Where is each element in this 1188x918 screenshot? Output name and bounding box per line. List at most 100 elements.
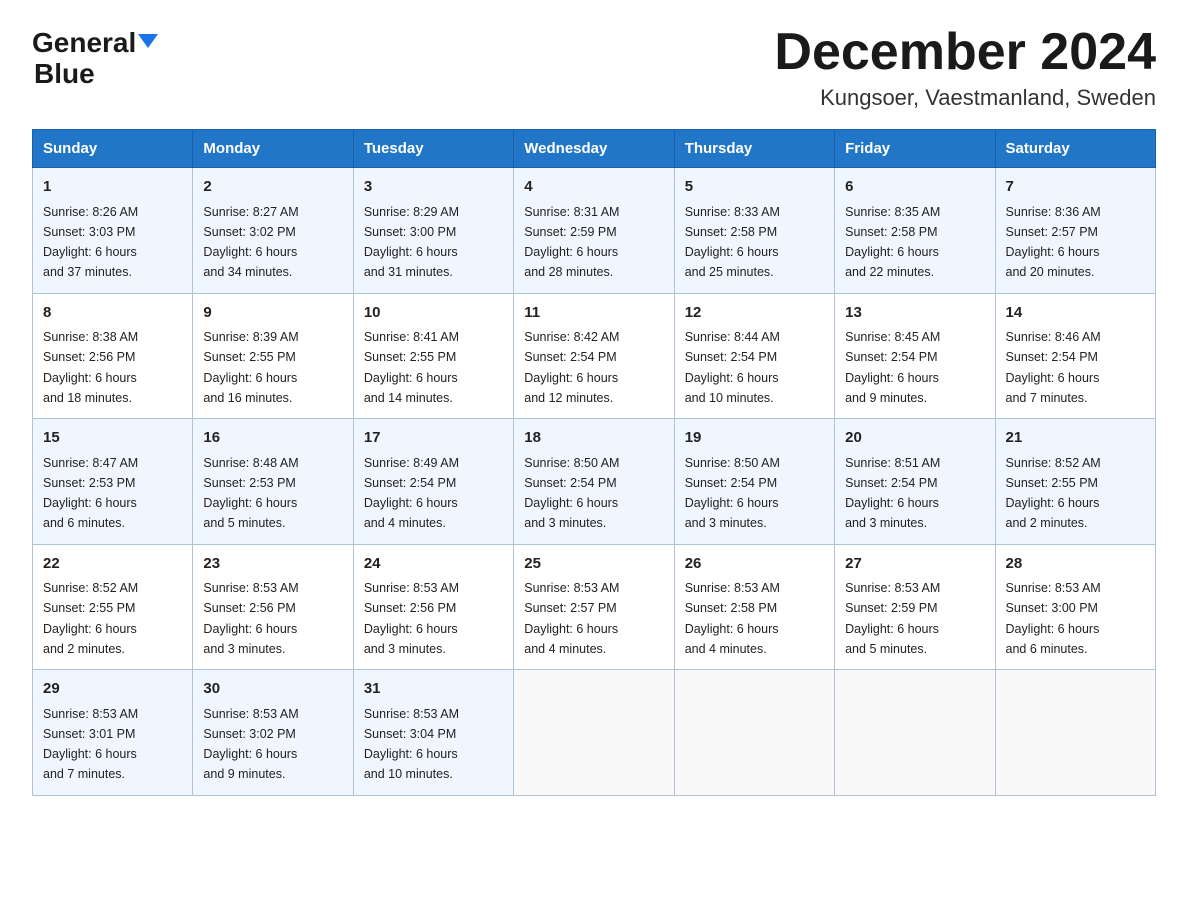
title-block: December 2024 Kungsoer, Vaestmanland, Sw… [774,24,1156,111]
day-info: Sunrise: 8:51 AMSunset: 2:54 PMDaylight:… [845,456,940,531]
calendar-cell: 30 Sunrise: 8:53 AMSunset: 3:02 PMDaylig… [193,670,353,796]
day-number: 11 [524,302,663,325]
day-info: Sunrise: 8:53 AMSunset: 3:01 PMDaylight:… [43,707,138,782]
calendar-cell: 21 Sunrise: 8:52 AMSunset: 2:55 PMDaylig… [995,419,1155,545]
day-number: 20 [845,427,984,450]
day-number: 15 [43,427,182,450]
calendar-cell: 2 Sunrise: 8:27 AMSunset: 3:02 PMDayligh… [193,168,353,294]
day-info: Sunrise: 8:33 AMSunset: 2:58 PMDaylight:… [685,205,780,280]
day-info: Sunrise: 8:29 AMSunset: 3:00 PMDaylight:… [364,205,459,280]
day-number: 29 [43,678,182,701]
calendar-cell: 8 Sunrise: 8:38 AMSunset: 2:56 PMDayligh… [33,293,193,419]
logo-text-general: General [32,28,158,59]
weekday-header-row: SundayMondayTuesdayWednesdayThursdayFrid… [33,130,1156,168]
day-info: Sunrise: 8:35 AMSunset: 2:58 PMDaylight:… [845,205,940,280]
day-number: 17 [364,427,503,450]
weekday-header-saturday: Saturday [995,130,1155,168]
day-number: 30 [203,678,342,701]
day-number: 19 [685,427,824,450]
logo-triangle-icon [138,34,158,48]
day-number: 28 [1006,553,1145,576]
day-info: Sunrise: 8:53 AMSunset: 2:58 PMDaylight:… [685,581,780,656]
day-info: Sunrise: 8:42 AMSunset: 2:54 PMDaylight:… [524,330,619,405]
calendar-cell: 3 Sunrise: 8:29 AMSunset: 3:00 PMDayligh… [353,168,513,294]
calendar-cell: 29 Sunrise: 8:53 AMSunset: 3:01 PMDaylig… [33,670,193,796]
calendar-cell: 15 Sunrise: 8:47 AMSunset: 2:53 PMDaylig… [33,419,193,545]
day-number: 6 [845,176,984,199]
day-number: 10 [364,302,503,325]
day-info: Sunrise: 8:52 AMSunset: 2:55 PMDaylight:… [43,581,138,656]
day-info: Sunrise: 8:49 AMSunset: 2:54 PMDaylight:… [364,456,459,531]
day-number: 9 [203,302,342,325]
day-number: 5 [685,176,824,199]
day-info: Sunrise: 8:27 AMSunset: 3:02 PMDaylight:… [203,205,298,280]
logo: General Blue [32,28,158,90]
day-number: 13 [845,302,984,325]
calendar-cell: 31 Sunrise: 8:53 AMSunset: 3:04 PMDaylig… [353,670,513,796]
day-number: 25 [524,553,663,576]
calendar-cell: 23 Sunrise: 8:53 AMSunset: 2:56 PMDaylig… [193,544,353,670]
day-info: Sunrise: 8:53 AMSunset: 2:56 PMDaylight:… [364,581,459,656]
weekday-header-thursday: Thursday [674,130,834,168]
calendar-week-row: 15 Sunrise: 8:47 AMSunset: 2:53 PMDaylig… [33,419,1156,545]
calendar-cell: 13 Sunrise: 8:45 AMSunset: 2:54 PMDaylig… [835,293,995,419]
calendar-week-row: 22 Sunrise: 8:52 AMSunset: 2:55 PMDaylig… [33,544,1156,670]
day-number: 7 [1006,176,1145,199]
calendar-cell: 11 Sunrise: 8:42 AMSunset: 2:54 PMDaylig… [514,293,674,419]
calendar-cell: 19 Sunrise: 8:50 AMSunset: 2:54 PMDaylig… [674,419,834,545]
day-info: Sunrise: 8:39 AMSunset: 2:55 PMDaylight:… [203,330,298,405]
day-info: Sunrise: 8:31 AMSunset: 2:59 PMDaylight:… [524,205,619,280]
day-info: Sunrise: 8:26 AMSunset: 3:03 PMDaylight:… [43,205,138,280]
weekday-header-tuesday: Tuesday [353,130,513,168]
calendar-week-row: 8 Sunrise: 8:38 AMSunset: 2:56 PMDayligh… [33,293,1156,419]
day-number: 18 [524,427,663,450]
day-info: Sunrise: 8:38 AMSunset: 2:56 PMDaylight:… [43,330,138,405]
day-info: Sunrise: 8:53 AMSunset: 2:56 PMDaylight:… [203,581,298,656]
calendar-cell: 4 Sunrise: 8:31 AMSunset: 2:59 PMDayligh… [514,168,674,294]
calendar-cell: 18 Sunrise: 8:50 AMSunset: 2:54 PMDaylig… [514,419,674,545]
day-number: 22 [43,553,182,576]
day-number: 2 [203,176,342,199]
calendar-cell: 6 Sunrise: 8:35 AMSunset: 2:58 PMDayligh… [835,168,995,294]
calendar-cell [835,670,995,796]
day-number: 14 [1006,302,1145,325]
day-number: 31 [364,678,503,701]
day-info: Sunrise: 8:53 AMSunset: 2:57 PMDaylight:… [524,581,619,656]
day-info: Sunrise: 8:53 AMSunset: 3:00 PMDaylight:… [1006,581,1101,656]
day-info: Sunrise: 8:36 AMSunset: 2:57 PMDaylight:… [1006,205,1101,280]
calendar-cell: 9 Sunrise: 8:39 AMSunset: 2:55 PMDayligh… [193,293,353,419]
calendar-cell: 7 Sunrise: 8:36 AMSunset: 2:57 PMDayligh… [995,168,1155,294]
day-number: 12 [685,302,824,325]
day-info: Sunrise: 8:45 AMSunset: 2:54 PMDaylight:… [845,330,940,405]
day-info: Sunrise: 8:53 AMSunset: 2:59 PMDaylight:… [845,581,940,656]
calendar-cell: 10 Sunrise: 8:41 AMSunset: 2:55 PMDaylig… [353,293,513,419]
day-info: Sunrise: 8:44 AMSunset: 2:54 PMDaylight:… [685,330,780,405]
day-number: 21 [1006,427,1145,450]
day-info: Sunrise: 8:53 AMSunset: 3:02 PMDaylight:… [203,707,298,782]
day-info: Sunrise: 8:41 AMSunset: 2:55 PMDaylight:… [364,330,459,405]
page-header: General Blue December 2024 Kungsoer, Vae… [32,24,1156,111]
calendar-cell [514,670,674,796]
day-info: Sunrise: 8:50 AMSunset: 2:54 PMDaylight:… [524,456,619,531]
calendar-cell: 25 Sunrise: 8:53 AMSunset: 2:57 PMDaylig… [514,544,674,670]
weekday-header-sunday: Sunday [33,130,193,168]
calendar-cell: 16 Sunrise: 8:48 AMSunset: 2:53 PMDaylig… [193,419,353,545]
calendar-cell [674,670,834,796]
day-info: Sunrise: 8:48 AMSunset: 2:53 PMDaylight:… [203,456,298,531]
day-info: Sunrise: 8:50 AMSunset: 2:54 PMDaylight:… [685,456,780,531]
day-number: 27 [845,553,984,576]
calendar-cell: 17 Sunrise: 8:49 AMSunset: 2:54 PMDaylig… [353,419,513,545]
day-info: Sunrise: 8:52 AMSunset: 2:55 PMDaylight:… [1006,456,1101,531]
calendar-cell: 1 Sunrise: 8:26 AMSunset: 3:03 PMDayligh… [33,168,193,294]
day-number: 4 [524,176,663,199]
day-number: 23 [203,553,342,576]
calendar-cell: 5 Sunrise: 8:33 AMSunset: 2:58 PMDayligh… [674,168,834,294]
weekday-header-friday: Friday [835,130,995,168]
day-number: 24 [364,553,503,576]
day-info: Sunrise: 8:53 AMSunset: 3:04 PMDaylight:… [364,707,459,782]
calendar-cell: 28 Sunrise: 8:53 AMSunset: 3:00 PMDaylig… [995,544,1155,670]
calendar-cell: 26 Sunrise: 8:53 AMSunset: 2:58 PMDaylig… [674,544,834,670]
calendar-week-row: 1 Sunrise: 8:26 AMSunset: 3:03 PMDayligh… [33,168,1156,294]
calendar-cell: 12 Sunrise: 8:44 AMSunset: 2:54 PMDaylig… [674,293,834,419]
day-number: 3 [364,176,503,199]
